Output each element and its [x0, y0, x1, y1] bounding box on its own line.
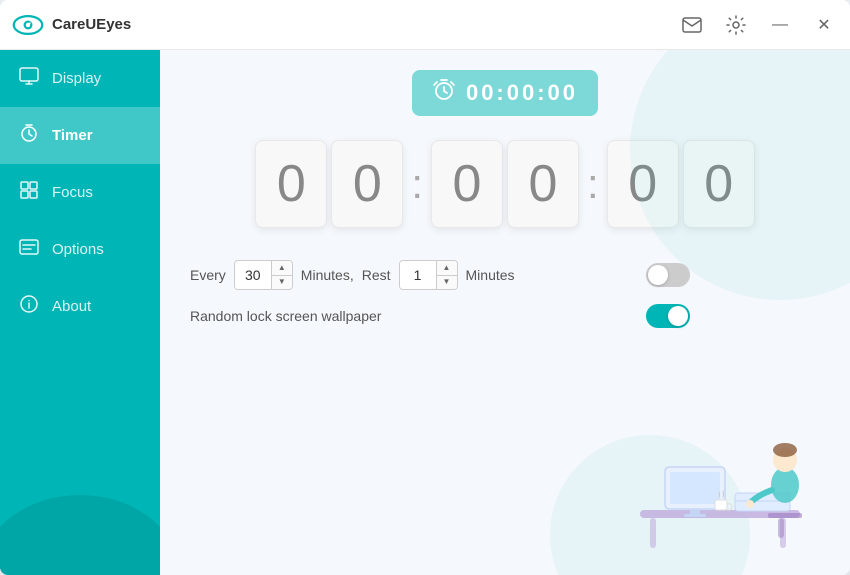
every-up-button[interactable]: ▲	[272, 261, 292, 276]
mail-button[interactable]	[678, 11, 706, 39]
sidebar-item-timer[interactable]: Timer	[0, 107, 160, 164]
seconds-group: 0 0	[607, 140, 755, 228]
interval-row: Every ▲ ▼ Minutes, Rest ▲	[190, 260, 690, 290]
sidebar: Display Timer	[0, 50, 160, 575]
timer-badge-time: 00:00:00	[466, 80, 578, 106]
every-spinner-buttons: ▲ ▼	[271, 261, 292, 289]
minutes-tens: 0	[431, 140, 503, 228]
app-window: CareUEyes — ✕	[0, 0, 850, 575]
rest-spinner[interactable]: ▲ ▼	[399, 260, 458, 290]
hours-group: 0 0	[255, 140, 403, 228]
sidebar-item-options[interactable]: Options	[0, 221, 160, 278]
content-area: 00:00:00 0 0 : 0	[160, 50, 850, 575]
interval-controls: Every ▲ ▼ Minutes, Rest ▲	[190, 260, 515, 290]
wallpaper-toggle[interactable]	[646, 304, 690, 328]
timer-top: 00:00:00	[190, 70, 820, 116]
minutes-label: Minutes,	[301, 267, 354, 283]
alarm-icon	[432, 78, 456, 108]
options-icon	[18, 237, 40, 262]
sidebar-item-about[interactable]: About	[0, 278, 160, 335]
sidebar-item-focus[interactable]: Focus	[0, 164, 160, 221]
sidebar-label-about: About	[52, 298, 91, 315]
settings-button[interactable]	[722, 11, 750, 39]
separator-1: :	[411, 140, 423, 228]
rest-value[interactable]	[400, 261, 436, 289]
wallpaper-toggle-knob	[668, 306, 688, 326]
rest-down-button[interactable]: ▼	[437, 276, 457, 290]
seconds-ones: 0	[683, 140, 755, 228]
app-logo: CareUEyes	[12, 9, 131, 41]
rest-minutes-label: Minutes	[466, 267, 515, 283]
every-spinner[interactable]: ▲ ▼	[234, 260, 293, 290]
minutes-group: 0 0	[431, 140, 579, 228]
main-layout: Display Timer	[0, 50, 850, 575]
focus-icon	[18, 180, 40, 205]
title-bar: CareUEyes — ✕	[0, 0, 850, 50]
interval-toggle-knob	[648, 265, 668, 285]
interval-toggle[interactable]	[646, 263, 690, 287]
minutes-ones: 0	[507, 140, 579, 228]
every-label: Every	[190, 267, 226, 283]
sidebar-label-focus: Focus	[52, 184, 93, 201]
minimize-button[interactable]: —	[766, 11, 794, 39]
illustration	[610, 405, 830, 565]
rest-up-button[interactable]: ▲	[437, 261, 457, 276]
every-down-button[interactable]: ▼	[272, 276, 292, 290]
hours-tens: 0	[255, 140, 327, 228]
app-title: CareUEyes	[52, 16, 131, 33]
close-button[interactable]: ✕	[810, 11, 838, 39]
eye-icon	[12, 9, 44, 41]
wallpaper-row: Random lock screen wallpaper	[190, 304, 690, 328]
wallpaper-label: Random lock screen wallpaper	[190, 308, 381, 324]
every-value[interactable]	[235, 261, 271, 289]
display-icon	[18, 66, 40, 91]
rest-label: Rest	[362, 267, 391, 283]
sidebar-item-display[interactable]: Display	[0, 50, 160, 107]
timer-icon	[18, 123, 40, 148]
sidebar-label-display: Display	[52, 70, 101, 87]
rest-spinner-buttons: ▲ ▼	[436, 261, 457, 289]
flip-clock: 0 0 : 0 0 :	[190, 140, 820, 228]
separator-2: :	[587, 140, 599, 228]
sidebar-label-options: Options	[52, 241, 104, 258]
about-icon	[18, 294, 40, 319]
timer-badge: 00:00:00	[412, 70, 598, 116]
hours-ones: 0	[331, 140, 403, 228]
sidebar-label-timer: Timer	[52, 127, 93, 144]
seconds-tens: 0	[607, 140, 679, 228]
window-controls: — ✕	[678, 11, 838, 39]
